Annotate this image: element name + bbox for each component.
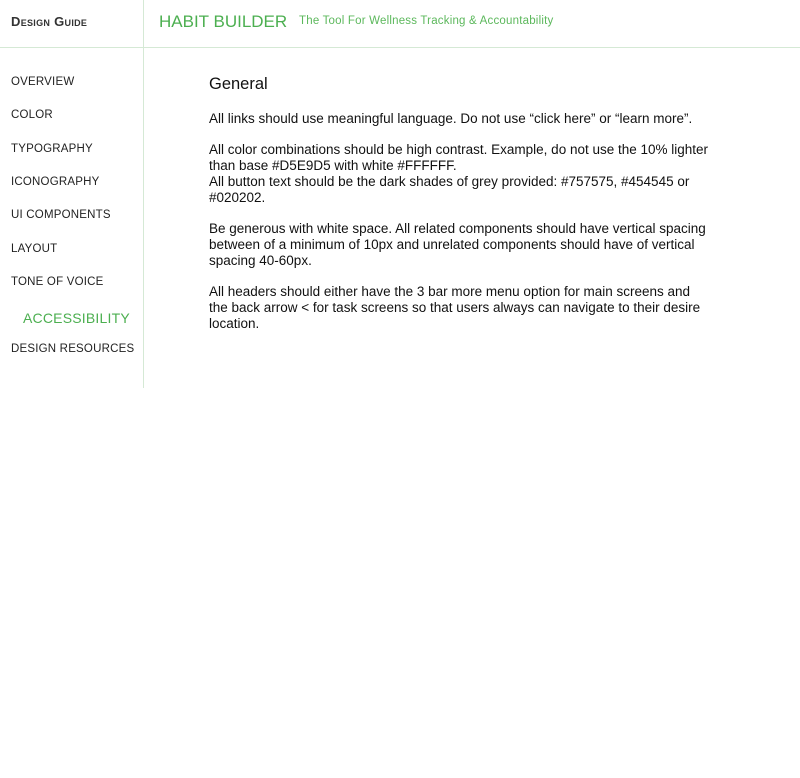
app-title: HABIT BUILDER — [159, 12, 288, 31]
main-content: General All links should use meaningful … — [209, 76, 709, 347]
sidebar-item-tone-of-voice[interactable]: TONE OF VOICE — [11, 276, 103, 288]
header: Design Guide HABIT BUILDER The Tool For … — [0, 0, 800, 48]
guideline-links: All links should use meaningful language… — [209, 111, 693, 126]
sidebar-item-accessibility[interactable]: ACCESSIBILITY — [23, 310, 130, 326]
sidebar-item-design-resources[interactable]: DESIGN RESOURCES — [11, 343, 134, 355]
sidebar: OVERVIEW COLOR TYPOGRAPHY ICONOGRAPHY UI… — [0, 48, 144, 388]
sidebar-item-ui-components[interactable]: UI COMPONENTS — [11, 209, 111, 221]
brand-title: Design Guide — [11, 14, 88, 29]
tagline: The Tool For Wellness Tracking & Account… — [299, 15, 554, 27]
guideline-contrast: All color combinations should be high co… — [209, 142, 709, 173]
guideline-button-text: All button text should be the dark shade… — [209, 174, 690, 205]
sidebar-item-iconography[interactable]: ICONOGRAPHY — [11, 176, 99, 188]
header-divider — [143, 0, 144, 48]
guideline-headers: All headers should either have the 3 bar… — [209, 284, 701, 331]
section-heading: General — [209, 75, 268, 93]
sidebar-item-overview[interactable]: OVERVIEW — [11, 76, 74, 88]
guideline-white-space: Be generous with white space. All relate… — [209, 221, 706, 268]
sidebar-item-color[interactable]: COLOR — [11, 109, 53, 121]
sidebar-item-typography[interactable]: TYPOGRAPHY — [11, 143, 93, 155]
sidebar-item-layout[interactable]: LAYOUT — [11, 243, 57, 255]
